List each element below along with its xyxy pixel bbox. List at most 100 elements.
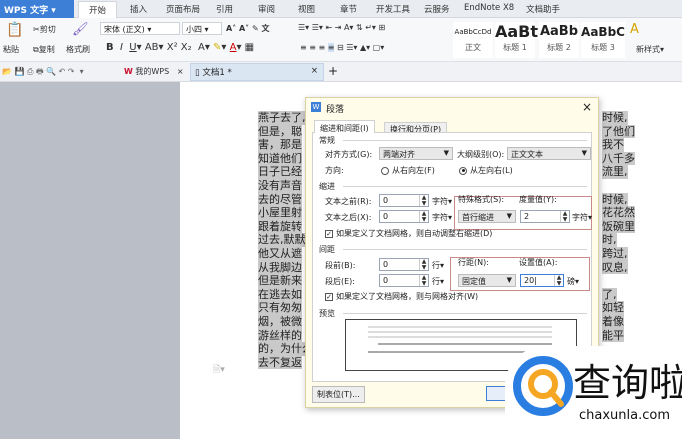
outline-select[interactable]: 正文文本 ▼ — [507, 147, 591, 160]
style-name: 标题 3 — [591, 43, 615, 52]
wps-logo-icon: W — [124, 67, 133, 76]
tab-assistant[interactable]: 文档助手 — [526, 3, 560, 15]
cut-button[interactable]: ✂剪切 — [33, 24, 56, 35]
ribbon: 📋 粘贴 ✂剪切 ⧉复制 🖌 格式刷 宋体 (正文) ▾ 小四 ▾ A˄ A˅ … — [0, 18, 682, 62]
close-icon[interactable]: × — [177, 67, 184, 76]
after-text-input[interactable]: 0 ▲ ▼ — [379, 210, 429, 223]
alignment-select[interactable]: 两端对齐 ▼ — [379, 147, 453, 160]
alignment-label: 对齐方式(G): — [325, 150, 373, 159]
my-wps-tab[interactable]: W 我的WPS × — [124, 66, 184, 77]
set-value-input[interactable]: 20| ▲ ▼ — [520, 274, 564, 287]
space-before-input[interactable]: 0 ▲ ▼ — [379, 258, 429, 271]
font-value: 宋体 (正文) — [104, 25, 145, 34]
dialog-tab-panel: 常规 对齐方式(G): 两端对齐 ▼ 大纲级别(O): 正文文本 ▼ 方向: 从右向… — [312, 132, 592, 382]
style-heading-3[interactable]: AaBbC 标题 3 — [581, 22, 625, 58]
unit-label[interactable]: 行▾ — [432, 276, 444, 287]
document-line: 能平 — [602, 328, 624, 343]
chevron-down-icon: ▼ — [581, 149, 587, 157]
space-before-value: 0 — [383, 260, 389, 269]
tab-developer[interactable]: 开发工具 — [376, 3, 410, 15]
align-buttons[interactable]: ≡ ≡ ≡ ≡ ⊟ ☰▾ ▲▾ ▢▾ — [300, 43, 384, 52]
special-format-select[interactable]: 首行缩进 ▼ — [458, 210, 516, 223]
auto-indent-label: 如果定义了文档网格，则自动调整右缩进(D) — [336, 229, 493, 238]
space-after-input[interactable]: 0 ▲ ▼ — [379, 274, 429, 287]
document-line: 日子已经 — [258, 165, 302, 179]
style-heading-2[interactable]: AaBb 标题 2 — [539, 22, 579, 58]
font-size-select[interactable]: 小四 ▾ — [182, 22, 222, 35]
tab-references[interactable]: 引用 — [216, 3, 233, 15]
unit-label[interactable]: 字符▾ — [432, 196, 452, 207]
document-line: 他又从遮 — [258, 247, 302, 261]
spinner-arrows[interactable]: ▲ ▼ — [419, 211, 428, 222]
snap-grid-label: 如果定义了文档网格，则与网格对齐(W) — [336, 292, 479, 301]
tab-cloud[interactable]: 云服务 — [424, 3, 450, 15]
grow-shrink-font-icons[interactable]: A˄ A˅ ✎ 文 — [226, 23, 269, 34]
document-line: 时, — [602, 233, 617, 247]
paste-icon: 📋 — [6, 22, 24, 38]
measure-input[interactable]: 2 ▲ ▼ — [520, 210, 570, 223]
special-label: 特殊格式(S): — [458, 195, 505, 204]
document-line: 流里, — [602, 165, 628, 179]
quick-access-bar: 📂 💾 ⎙ 🖶 🔍 ↶ ↷ ▾ W 我的WPS × ▯ 文档1 * × + — [0, 62, 682, 82]
document-line: 了, — [602, 287, 617, 302]
watermark: 查询啦 chaxunla.com — [505, 346, 682, 439]
space-after-value: 0 — [383, 276, 389, 285]
tab-insert[interactable]: 插入 — [130, 3, 147, 15]
tab-endnote[interactable]: EndNote X8 — [464, 3, 514, 13]
format-painter-button[interactable]: 格式刷 — [66, 44, 90, 55]
search-logo-icon — [513, 356, 573, 416]
before-text-input[interactable]: 0 ▲ ▼ — [379, 194, 429, 207]
rtl-label: 从右向左(F) — [392, 166, 435, 175]
document-line: 知道他们 — [258, 151, 302, 166]
style-heading-1[interactable]: AaBt 标题 1 — [495, 22, 538, 58]
spinner-arrows[interactable]: ▲ ▼ — [419, 259, 428, 270]
new-tab-button[interactable]: + — [328, 64, 338, 78]
tab-review[interactable]: 审阅 — [258, 3, 275, 15]
tab-view[interactable]: 视图 — [298, 3, 315, 15]
spinner-arrows[interactable]: ▲ ▼ — [554, 275, 563, 286]
close-icon[interactable]: × — [311, 66, 318, 76]
document-line: 跨过, — [602, 247, 628, 261]
list-buttons[interactable]: ☰▾ ☰▾ ⇤ ⇥ A▾ ⇅ ↵▾ ⊞ — [298, 23, 385, 32]
font-select[interactable]: 宋体 (正文) ▾ — [100, 22, 180, 35]
format-buttons[interactable]: B I U▾ AB▾ X² X₂ A▾ ✎▾ A▾ ▦ — [106, 42, 254, 53]
spinner-arrows[interactable]: ▲ ▼ — [419, 275, 428, 286]
snap-grid-checkbox[interactable]: ✓ 如果定义了文档网格，则与网格对齐(W) — [325, 291, 478, 302]
document-line: 花花然 — [602, 206, 635, 220]
ltr-radio[interactable]: 从左向右(L) — [459, 165, 513, 176]
style-normal[interactable]: AaBbCcDd 正文 — [453, 22, 493, 58]
outline-value: 正文文本 — [511, 150, 543, 159]
tab-layout[interactable]: 页面布局 — [166, 3, 200, 15]
line-spacing-select[interactable]: 固定值 ▼ — [458, 274, 516, 287]
tabs-button[interactable]: 制表位(T)... — [312, 386, 365, 403]
set-value-label: 设置值(A): — [519, 258, 558, 267]
quick-access-icons[interactable]: 📂 💾 ⎙ 🖶 🔍 ↶ ↷ ▾ — [2, 66, 84, 80]
auto-indent-checkbox[interactable]: ✓ 如果定义了文档网格，则自动调整右缩进(D) — [325, 228, 492, 239]
document-line: 去的尽管 — [258, 192, 302, 207]
unit-label[interactable]: 字符▾ — [572, 212, 592, 223]
spinner-arrows[interactable]: ▲ ▼ — [419, 195, 428, 206]
watermark-url: chaxunla.com — [579, 408, 670, 423]
unit-label[interactable]: 行▾ — [432, 260, 444, 271]
space-before-label: 段前(B): — [325, 261, 356, 270]
paste-button[interactable]: 粘贴 — [3, 44, 19, 55]
wps-menu-button[interactable]: WPS 文字 ▾ — [0, 0, 74, 18]
tab-indent-spacing[interactable]: 缩进和间距(I) — [314, 120, 375, 133]
style-name: 标题 2 — [547, 43, 571, 52]
tab-home[interactable]: 开始 — [78, 1, 118, 18]
copy-button[interactable]: ⧉复制 — [33, 44, 55, 55]
special-value: 首行缩进 — [462, 213, 494, 222]
unit-label[interactable]: 磅▾ — [567, 276, 579, 287]
new-style-button[interactable]: 新样式▾ — [636, 44, 664, 55]
wps-icon: W — [311, 102, 321, 112]
unit-label[interactable]: 字符▾ — [432, 212, 452, 223]
app-name: WPS 文字 — [4, 6, 49, 16]
paragraph-options-icon[interactable]: 🗎▾ — [213, 362, 225, 378]
spinner-arrows[interactable]: ▲ ▼ — [560, 211, 569, 222]
close-icon[interactable]: × — [582, 100, 592, 114]
style-name: 正文 — [465, 43, 481, 52]
tab-chapter[interactable]: 章节 — [340, 3, 357, 15]
rtl-radio[interactable]: 从右向左(F) — [381, 165, 435, 176]
set-value-value: 20 — [524, 276, 535, 285]
document-tab[interactable]: ▯ 文档1 * × — [190, 63, 324, 81]
